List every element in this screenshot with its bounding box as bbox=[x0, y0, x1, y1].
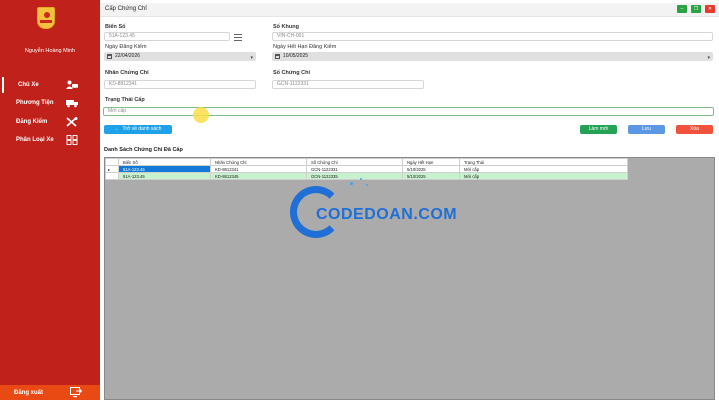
ngay-dang-kiem-picker[interactable]: 22/04/2026 ▾ bbox=[104, 52, 256, 61]
column-header[interactable]: Số Chứng Chỉ bbox=[306, 158, 403, 166]
list-icon[interactable] bbox=[234, 34, 242, 41]
window-title: Cấp Chứng Chỉ bbox=[105, 6, 147, 12]
so-chung-chi-input[interactable]: GCN-1122331 bbox=[272, 80, 424, 89]
row-header-corner bbox=[105, 158, 119, 166]
minimize-icon: – bbox=[680, 6, 684, 12]
ngay-dang-kiem-label: Ngày Đăng Kiểm bbox=[105, 44, 147, 50]
sidebar-item-chu-xe[interactable]: Chủ Xe bbox=[2, 77, 98, 93]
save-button[interactable]: Lưu bbox=[628, 125, 665, 134]
sidebar-item-phan-loai-xe[interactable]: Phân Loại Xe bbox=[2, 132, 98, 148]
table-cell[interactable]: Mới cấp bbox=[459, 165, 628, 173]
table-header-row: Biển Số Nhãn Chứng Chỉ Số Chứng Chỉ Ngày… bbox=[105, 158, 628, 166]
person-car-icon bbox=[66, 80, 78, 90]
logout-button[interactable]: Đăng xuất bbox=[0, 385, 100, 400]
back-label: Trở về danh sách bbox=[122, 126, 162, 132]
row-marker: ▸ bbox=[105, 165, 119, 173]
column-header[interactable]: Biển Số bbox=[118, 158, 211, 166]
so-chung-chi-label: Số Chứng Chỉ bbox=[273, 70, 310, 76]
ngay-het-han-value: 10/05/2025 bbox=[283, 53, 309, 59]
sidebar-item-label: Phương Tiện bbox=[16, 100, 54, 106]
sidebar-item-dang-kiem[interactable]: Đăng Kiểm bbox=[2, 114, 98, 130]
ngay-dang-kiem-value: 22/04/2026 bbox=[115, 53, 141, 59]
table-row[interactable]: ▸ 51A-123.45 KD-8812341 GCN-1122331 5/10… bbox=[105, 165, 628, 173]
minimize-button[interactable]: – bbox=[677, 5, 687, 13]
bien-so-input[interactable]: 51A-123.45 bbox=[104, 32, 230, 41]
bien-so-label: Biển Số bbox=[105, 24, 126, 30]
table-cell[interactable]: 51A-123.45 bbox=[118, 172, 211, 180]
logout-icon bbox=[70, 387, 82, 398]
watermark-logo: CODEDOAN.COM bbox=[290, 178, 457, 243]
so-khung-input[interactable]: VIN-CH-001 bbox=[272, 32, 713, 41]
user-name: Nguyễn Hoàng Minh bbox=[24, 48, 76, 54]
maximize-button[interactable]: ❐ bbox=[691, 5, 701, 13]
watermark-text: CODEDOAN.COM bbox=[316, 206, 458, 223]
table-cell[interactable]: 51A-123.45 bbox=[118, 165, 211, 173]
emblem-logo bbox=[37, 7, 55, 29]
table-cell[interactable]: GCN-1122331 bbox=[306, 165, 403, 173]
close-icon: ✕ bbox=[707, 6, 713, 12]
column-header[interactable]: Nhãn Chứng Chỉ bbox=[210, 158, 307, 166]
calendar-icon bbox=[275, 54, 280, 59]
list-title: Danh Sách Chứng Chỉ Đã Cấp bbox=[104, 147, 183, 153]
refresh-button[interactable]: Làm mới bbox=[580, 125, 617, 134]
certificate-table: Biển Số Nhãn Chứng Chỉ Số Chứng Chỉ Ngày… bbox=[105, 158, 628, 180]
column-header[interactable]: Trạng Thái bbox=[459, 158, 628, 166]
ngay-het-han-picker[interactable]: 10/05/2025 ▾ bbox=[272, 52, 713, 61]
cursor-highlight bbox=[193, 107, 209, 123]
back-to-list-button[interactable]: ← Trở về danh sách bbox=[104, 125, 172, 134]
ngay-het-han-label: Ngày Hết Hạn Đăng Kiểm bbox=[273, 44, 337, 50]
close-button[interactable]: ✕ bbox=[705, 5, 715, 13]
sidebar-item-label: Đăng Kiểm bbox=[16, 119, 48, 125]
calendar-icon bbox=[107, 54, 112, 59]
so-khung-label: Số Khung bbox=[273, 24, 299, 30]
table-cell[interactable]: KD-8812341 bbox=[210, 165, 307, 173]
chevron-down-icon: ▾ bbox=[707, 55, 710, 61]
column-header[interactable]: Ngày Hết Hạn bbox=[402, 158, 460, 166]
truck-icon bbox=[66, 100, 78, 108]
chevron-down-icon: ▾ bbox=[250, 55, 253, 61]
nhan-chung-chi-label: Nhãn Chứng Chỉ bbox=[105, 70, 149, 76]
arrow-left-icon: ← bbox=[114, 126, 120, 132]
delete-button[interactable]: Xóa bbox=[676, 125, 713, 134]
row-header bbox=[105, 172, 119, 180]
maximize-icon: ❐ bbox=[693, 6, 699, 12]
table-cell[interactable]: Mới cấp bbox=[459, 172, 628, 180]
tools-icon bbox=[66, 117, 78, 127]
sidebar: Nguyễn Hoàng Minh Chủ Xe Phương Tiện Đăn… bbox=[0, 0, 100, 400]
grid-icon bbox=[66, 135, 78, 145]
sidebar-item-label: Phân Loại Xe bbox=[16, 137, 54, 143]
sidebar-item-label: Chủ Xe bbox=[18, 82, 39, 88]
nhan-chung-chi-input[interactable]: KD-8812341 bbox=[104, 80, 256, 89]
sidebar-item-phuong-tien[interactable]: Phương Tiện bbox=[2, 95, 98, 111]
trang-thai-label: Trạng Thái Cấp bbox=[105, 97, 145, 103]
table-cell[interactable]: 5/10/2025 bbox=[402, 165, 460, 173]
logout-label: Đăng xuất bbox=[14, 389, 44, 396]
window-titlebar: Cấp Chứng Chỉ – ❐ ✕ bbox=[100, 3, 719, 17]
